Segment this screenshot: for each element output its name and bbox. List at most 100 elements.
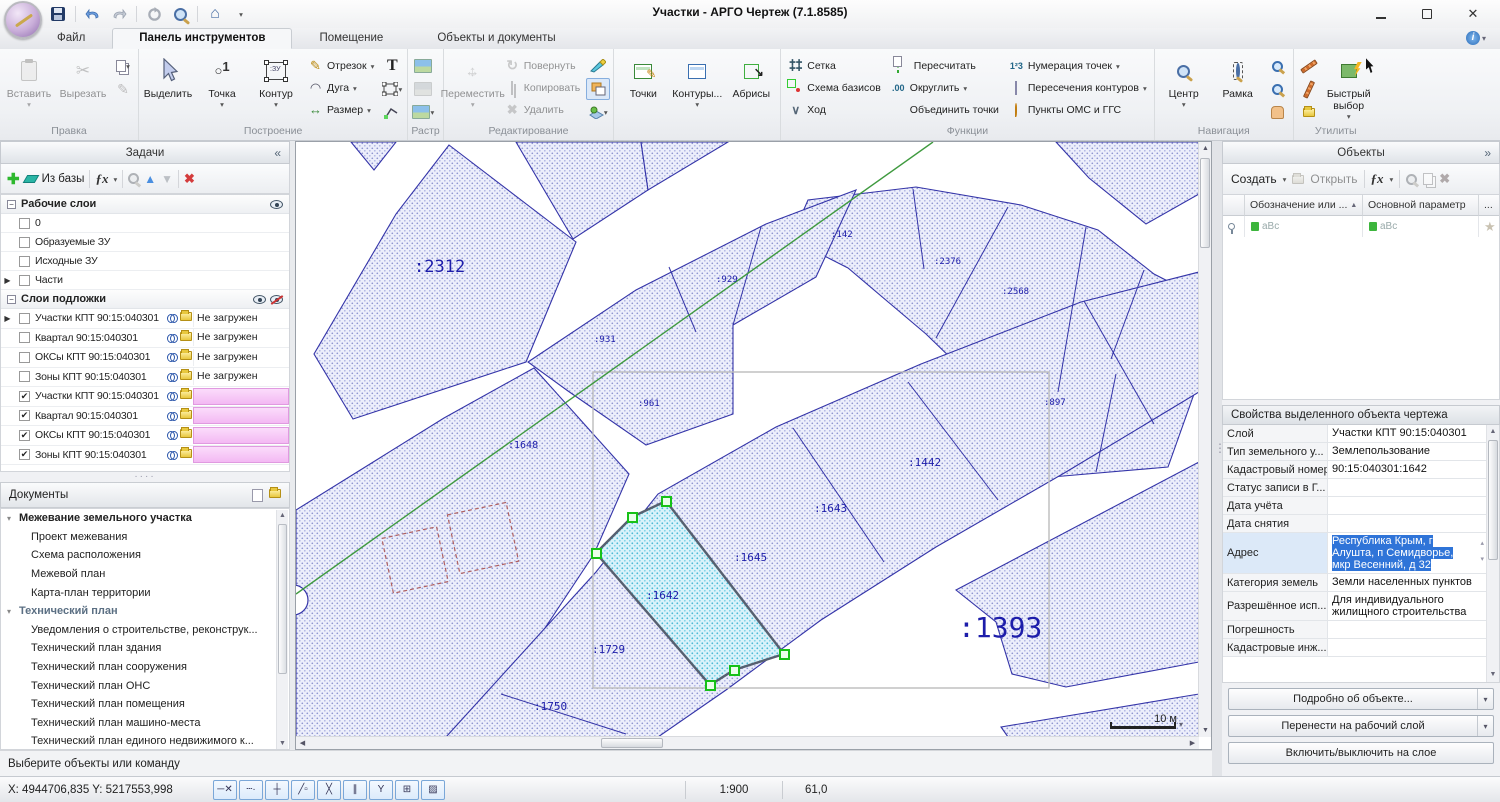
layer-row[interactable]: Исходные ЗУ (1, 252, 289, 271)
home-button[interactable]: ⌂ (203, 3, 227, 25)
scroll-up-icon[interactable]: ▲ (1199, 142, 1212, 155)
raster-insert-button[interactable] (411, 55, 435, 77)
grid-button[interactable]: ✚✚ ✚✚ Сетка (784, 55, 885, 76)
undo-button[interactable] (81, 3, 105, 25)
layer-row[interactable]: Квартал 90:15:040301 (1, 407, 289, 426)
tab-room[interactable]: Помещение (292, 28, 410, 49)
map-canvas[interactable]: :2312 :142 :929 :2376 :2568 :897 :931 :9… (295, 141, 1212, 750)
column-more[interactable]: ... (1479, 195, 1499, 216)
tree-collapse-icon[interactable]: − (7, 199, 16, 209)
search-button[interactable] (128, 173, 140, 184)
fx-button[interactable]: ƒx (1371, 171, 1384, 187)
property-value[interactable] (1328, 639, 1486, 656)
property-row[interactable]: Кадастровые инж... (1223, 639, 1486, 657)
document-item[interactable]: ▾ Технический план сооружения (1, 658, 289, 677)
property-value[interactable]: Участки КПТ 90:15:040301 (1328, 425, 1486, 442)
scroll-down-icon[interactable]: ▼ (1199, 724, 1212, 737)
ruler-button[interactable] (1297, 55, 1321, 77)
layer-properties-button[interactable] (179, 446, 193, 461)
object-details-button[interactable]: Подробно об объекте... ▾ (1228, 688, 1494, 710)
contour-intersections-button[interactable]: Пересечения контуров ▾ (1005, 77, 1151, 98)
favorites-cell[interactable]: ★ (1479, 216, 1499, 237)
property-row[interactable]: Слой Участки КПТ 90:15:040301 (1223, 425, 1486, 443)
new-document-icon[interactable] (252, 488, 263, 502)
layer-properties-button[interactable] (179, 329, 193, 344)
close-button[interactable]: ✕ (1450, 0, 1496, 28)
polyline-tool-button[interactable] (380, 101, 404, 123)
layer-properties-button[interactable] (179, 407, 193, 422)
find-on-map-button[interactable] (165, 410, 179, 422)
column-main-parameter[interactable]: Основной параметр (1363, 195, 1479, 216)
round-button[interactable]: .00 Округлить ▾ (887, 77, 1003, 98)
save-button[interactable] (46, 3, 70, 25)
scrollbar-thumb[interactable] (1200, 158, 1210, 248)
copy-button[interactable]: ▾ (111, 55, 135, 77)
points-table-button[interactable]: ✎ Точки (617, 52, 669, 124)
layer-row[interactable]: Участки КПТ 90:15:040301 Не загружен (1, 309, 289, 329)
layer-visibility-checkbox[interactable] (19, 429, 30, 441)
snap-node[interactable]: ┼ (265, 779, 289, 800)
document-item[interactable]: ▾ Технический план ОНС (1, 676, 289, 695)
search-objects-button[interactable] (1297, 101, 1321, 123)
snap-raster[interactable]: ▨ (421, 779, 445, 800)
toggle-on-layer-button[interactable]: Включить/выключить на слое (1228, 742, 1494, 764)
document-item[interactable]: ▾ Карта-план территории (1, 583, 289, 602)
pan-button[interactable] (1266, 101, 1290, 123)
layer-row[interactable]: ОКСы КПТ 90:15:040301 Не загружен (1, 348, 289, 368)
scrollbar-thumb[interactable] (601, 738, 663, 748)
layer-properties-button[interactable] (179, 368, 193, 383)
tab-objects-documents[interactable]: Объекты и документы (410, 28, 582, 49)
eye-off-icon[interactable] (270, 294, 283, 304)
maximize-button[interactable] (1404, 0, 1450, 28)
rect-frame-tool-button[interactable]: ▾ (380, 78, 404, 100)
rotate-button[interactable]: ↻ Повернуть (501, 55, 585, 76)
oms-points-button[interactable]: Пункты ОМС и ГГС (1005, 99, 1151, 120)
layer-row[interactable]: Образуемые ЗУ (1, 233, 289, 252)
property-value[interactable] (1328, 621, 1486, 638)
document-item[interactable]: ▾ Технический план единого недвижимого к… (1, 732, 289, 749)
document-item[interactable]: ▾ Межевой план (1, 565, 289, 584)
quick-select-button[interactable]: Быстрый выбор ▾ (1323, 52, 1375, 124)
layer-settings-button[interactable]: ▾ (586, 101, 610, 123)
point-numbering-button[interactable]: 1²3 Нумерация точек ▾ (1005, 55, 1151, 76)
redo-button[interactable] (107, 3, 131, 25)
protractor-button[interactable] (1297, 78, 1321, 100)
map-scale-value[interactable]: 1:900 (694, 784, 774, 796)
layer-visibility-checkbox[interactable] (19, 371, 30, 383)
delete-object-button[interactable]: ✖ (1439, 171, 1450, 187)
property-value[interactable]: Землепользование (1328, 443, 1486, 460)
find-on-map-button[interactable] (165, 312, 179, 324)
filter-designation-input[interactable]: аВс (1245, 216, 1363, 237)
move-down-button[interactable]: ▼ (161, 172, 173, 186)
minimize-button[interactable] (1358, 0, 1404, 28)
scroll-left-icon[interactable]: ◀ (296, 737, 309, 750)
property-value[interactable] (1328, 497, 1486, 514)
basis-scheme-button[interactable]: Схема базисов (784, 77, 885, 98)
contour-tool-button[interactable]: :ЗУ Контур ▾ (250, 52, 302, 124)
layer-visibility-checkbox[interactable] (19, 312, 30, 324)
delete-task-button[interactable]: ✖ (184, 171, 195, 187)
zoom-out-button[interactable] (1266, 78, 1290, 100)
column-designation[interactable]: Обозначение или ... ▲ (1245, 195, 1363, 216)
document-item[interactable]: ▾ Технический план помещения (1, 695, 289, 714)
create-object-button[interactable]: Создать (1231, 172, 1277, 186)
help-button[interactable]: i ▾ (1465, 31, 1486, 45)
property-row[interactable]: Кадастровый номер 90:15:040301:1642 (1223, 461, 1486, 479)
app-logo-icon[interactable] (4, 1, 42, 39)
find-on-map-button[interactable] (165, 371, 179, 383)
scroll-right-icon[interactable]: ▶ (1186, 737, 1199, 750)
snap-parallel[interactable]: ∥ (343, 779, 367, 800)
layer-visibility-checkbox[interactable] (19, 274, 30, 286)
document-item[interactable]: ▾ Технический план (1, 602, 289, 621)
transfer-to-working-layer-button[interactable]: Перенести на рабочий слой ▾ (1228, 715, 1494, 737)
property-row[interactable]: Дата снятия (1223, 515, 1486, 533)
zoom-button[interactable] (168, 3, 192, 25)
layer-row[interactable]: Участки КПТ 90:15:040301 (1, 387, 289, 407)
document-item[interactable]: ▾ Уведомления о строительстве, реконстру… (1, 621, 289, 640)
qat-customize-button[interactable]: ▾ (229, 3, 253, 25)
layer-properties-button[interactable] (179, 310, 193, 324)
layer-row[interactable]: Квартал 90:15:040301 Не загружен (1, 329, 289, 348)
zoom-frame-button[interactable]: Рамка (1212, 52, 1264, 124)
layer-visibility-checkbox[interactable] (19, 390, 30, 402)
layer-properties-button[interactable] (179, 427, 193, 441)
